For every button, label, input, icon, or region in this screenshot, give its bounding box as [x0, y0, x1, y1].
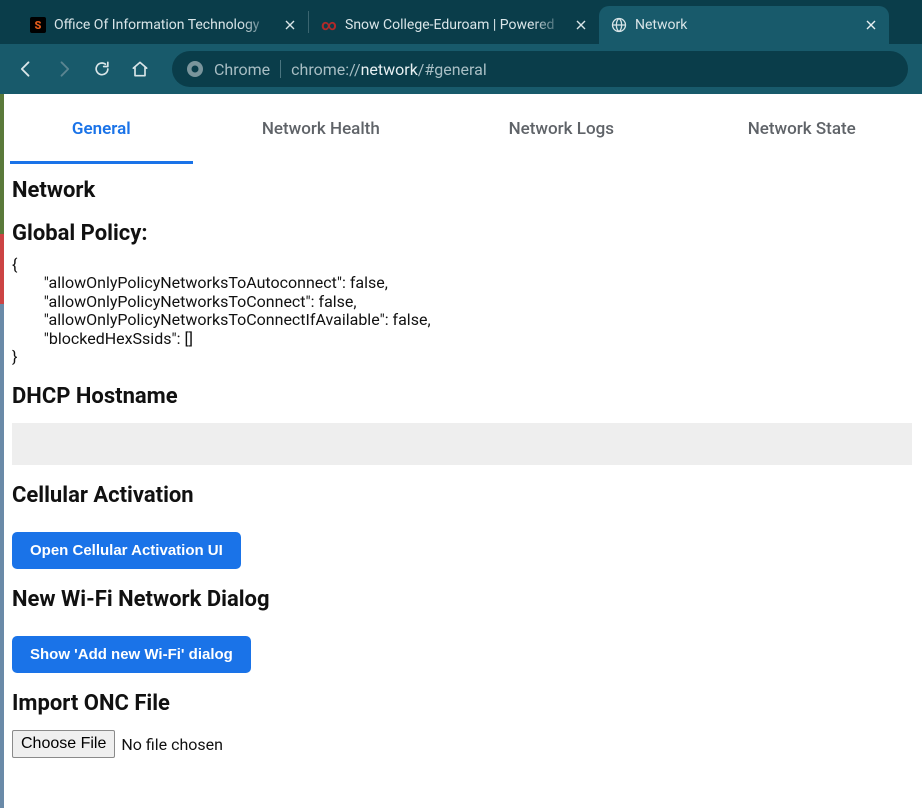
- tab-title: Snow College-Eduroam | Powered: [345, 17, 565, 33]
- reload-button[interactable]: [90, 57, 114, 81]
- new-wifi-dialog-heading: New Wi-Fi Network Dialog: [12, 587, 912, 612]
- page-content: General Network Health Network Logs Netw…: [0, 94, 922, 808]
- browser-tab-2[interactable]: Network: [599, 6, 889, 44]
- browser-chrome: S Office Of Information Technology ∞ Sno…: [0, 0, 922, 94]
- favicon-infinity-icon: ∞: [321, 17, 337, 33]
- tab-network-logs[interactable]: Network Logs: [441, 94, 681, 164]
- content-area: Network Global Policy: { "allowOnlyPolic…: [2, 164, 922, 778]
- global-policy-value: { "allowOnlyPolicyNetworksToAutoconnect"…: [12, 256, 912, 366]
- file-input-row: Choose File No file chosen: [12, 730, 912, 758]
- browser-tab-0[interactable]: S Office Of Information Technology: [18, 6, 308, 44]
- browser-toolbar: Chrome chrome://network/#general: [0, 44, 922, 94]
- omnibox-separator: [280, 60, 281, 78]
- tab-title: Network: [635, 17, 855, 33]
- close-icon[interactable]: [573, 17, 589, 33]
- left-accent-decoration: [0, 94, 4, 808]
- dhcp-hostname-heading: DHCP Hostname: [12, 384, 912, 409]
- cellular-activation-heading: Cellular Activation: [12, 483, 912, 508]
- open-cellular-activation-button[interactable]: Open Cellular Activation UI: [12, 532, 241, 569]
- chrome-icon: [186, 60, 204, 78]
- network-heading: Network: [12, 178, 912, 203]
- tab-general[interactable]: General: [2, 94, 201, 164]
- forward-button[interactable]: [52, 57, 76, 81]
- dhcp-hostname-input[interactable]: [12, 423, 912, 465]
- address-bar[interactable]: Chrome chrome://network/#general: [172, 51, 908, 87]
- close-icon[interactable]: [863, 17, 879, 33]
- tab-title: Office Of Information Technology: [54, 17, 274, 33]
- import-onc-heading: Import ONC File: [12, 691, 912, 716]
- page-tabs: General Network Health Network Logs Netw…: [2, 94, 922, 164]
- show-add-wifi-dialog-button[interactable]: Show 'Add new Wi-Fi' dialog: [12, 636, 251, 673]
- favicon-s-icon: S: [30, 17, 46, 33]
- global-policy-heading: Global Policy:: [12, 221, 912, 246]
- back-button[interactable]: [14, 57, 38, 81]
- choose-file-button[interactable]: Choose File: [12, 730, 115, 758]
- tab-network-health[interactable]: Network Health: [201, 94, 441, 164]
- tab-strip: S Office Of Information Technology ∞ Sno…: [0, 0, 922, 44]
- globe-icon: [611, 17, 627, 33]
- browser-tab-1[interactable]: ∞ Snow College-Eduroam | Powered: [309, 6, 599, 44]
- home-button[interactable]: [128, 57, 152, 81]
- tab-network-state[interactable]: Network State: [682, 94, 922, 164]
- close-icon[interactable]: [282, 17, 298, 33]
- omnibox-url: chrome://network/#general: [291, 60, 487, 79]
- file-status-label: No file chosen: [121, 735, 223, 754]
- omnibox-security-label: Chrome: [214, 60, 270, 79]
